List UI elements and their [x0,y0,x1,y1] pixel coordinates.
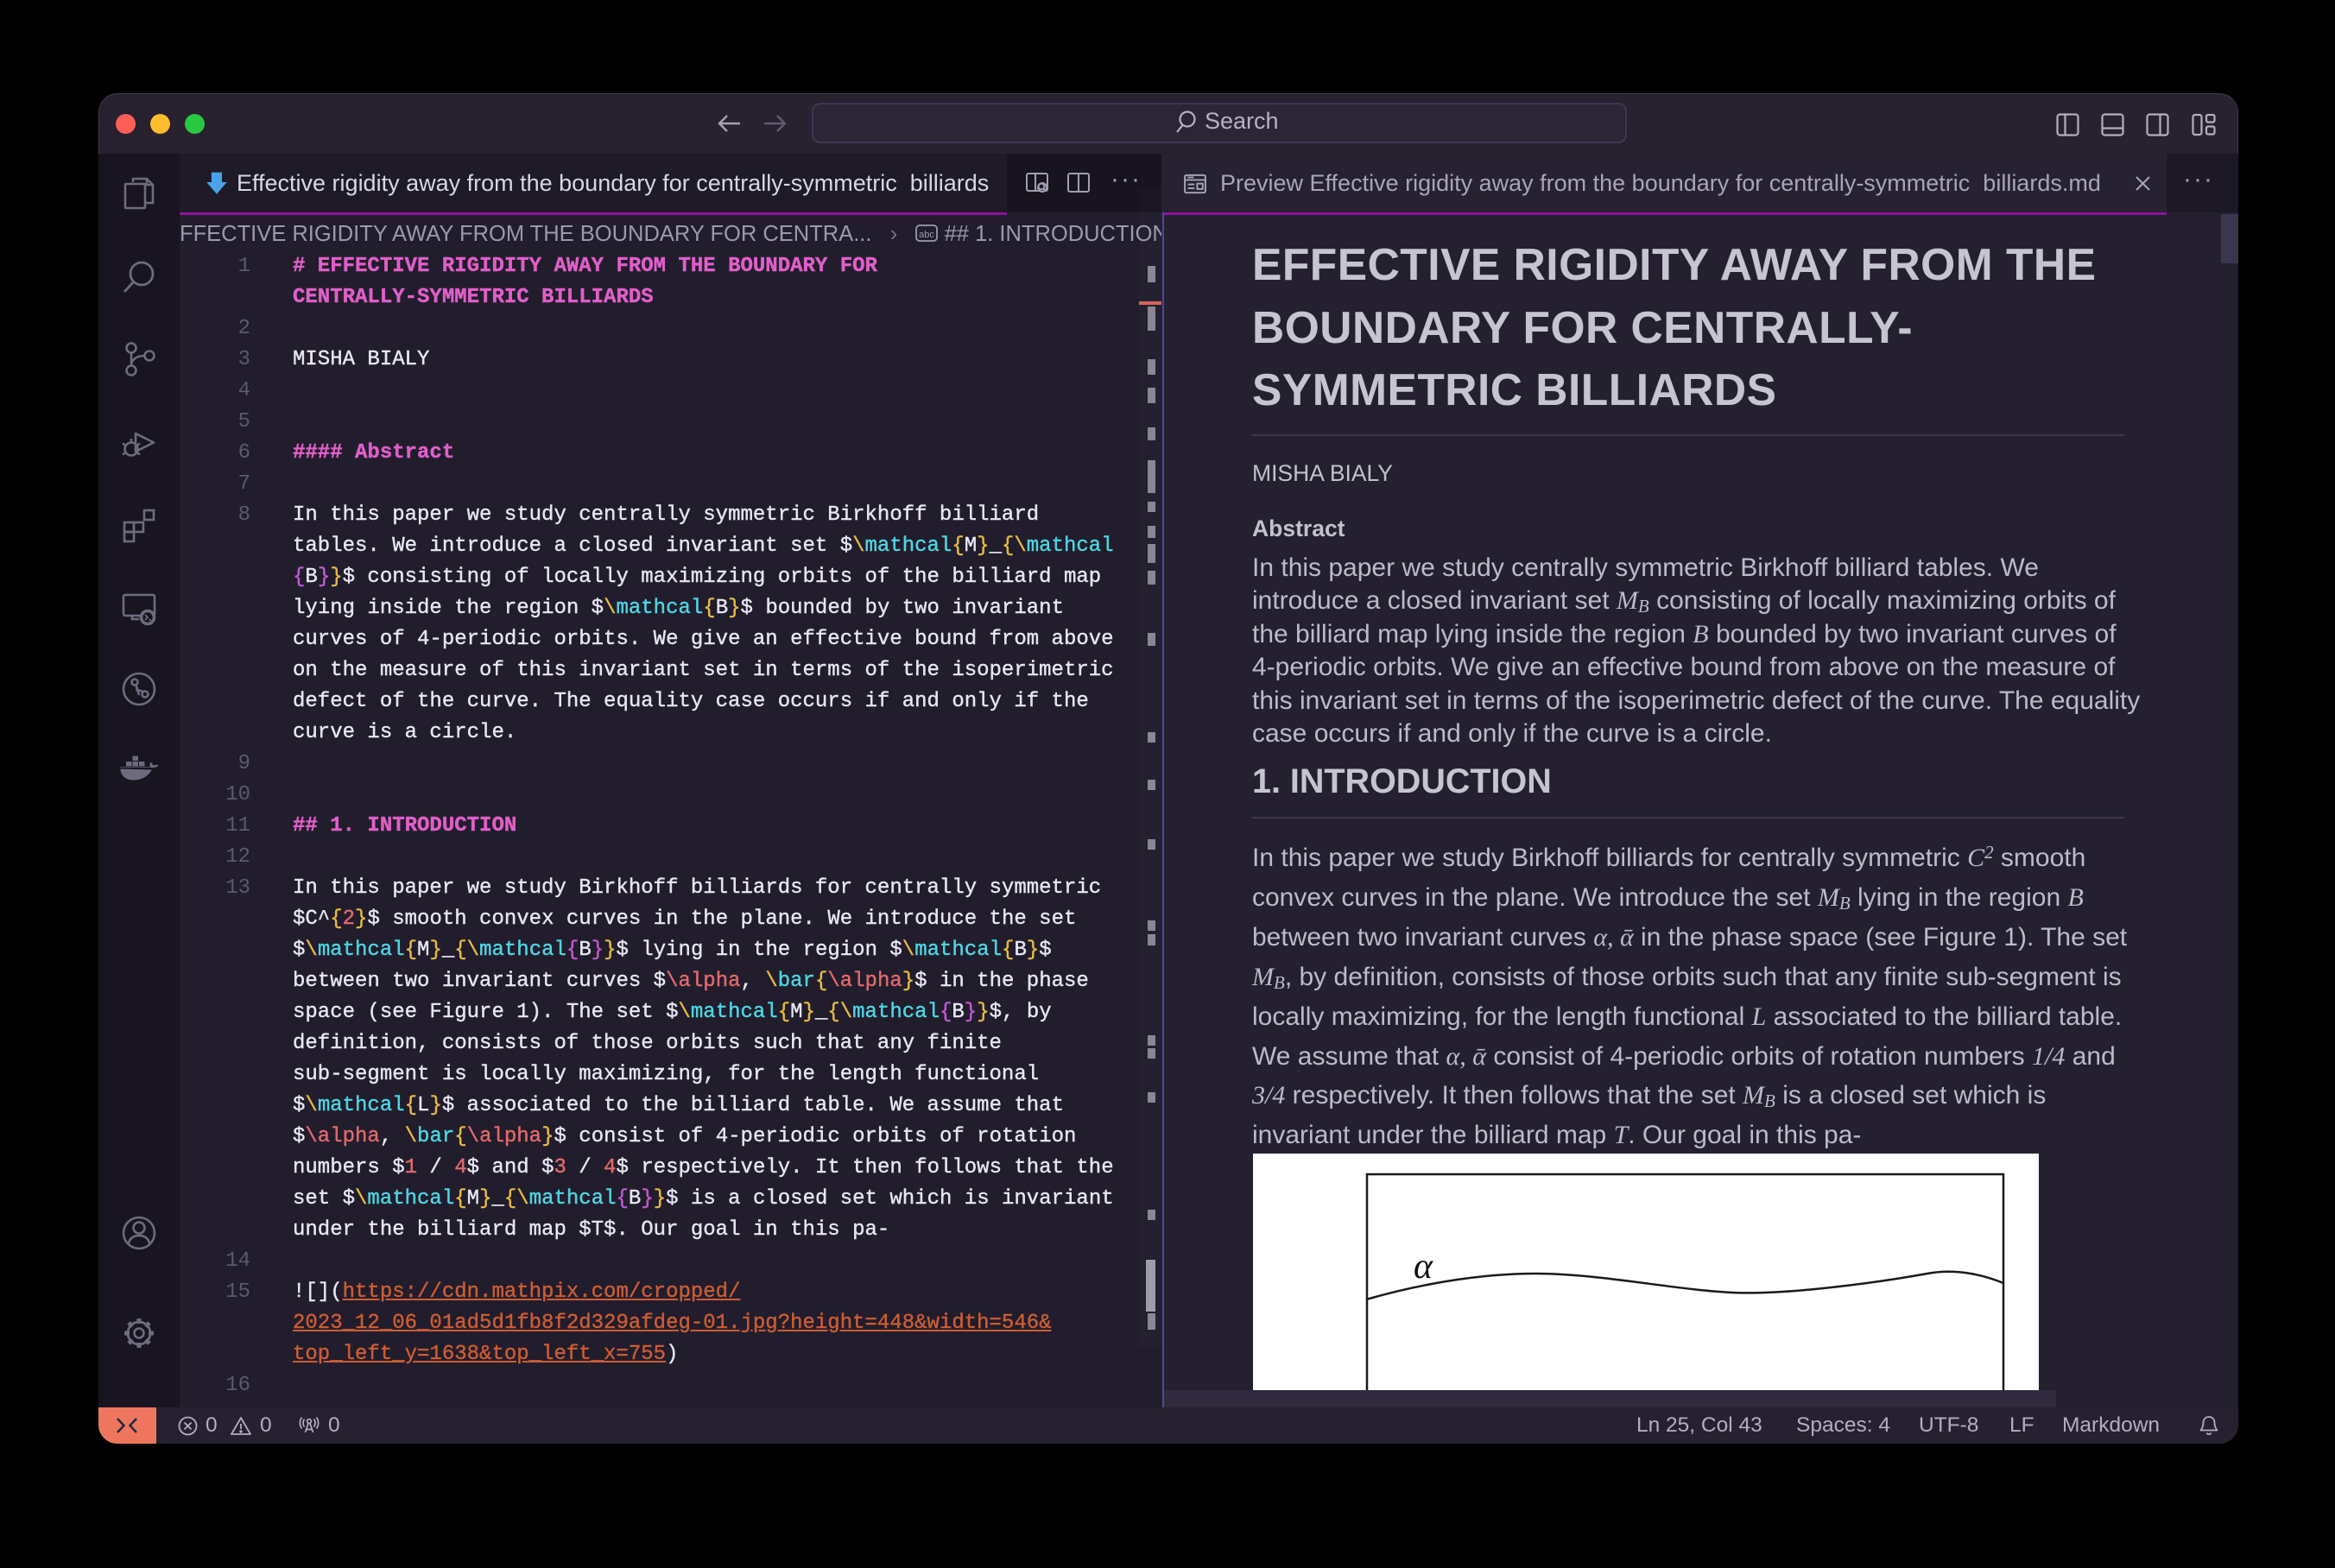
svg-text:α: α [1414,1247,1433,1287]
svg-text:abc: abc [920,230,935,240]
